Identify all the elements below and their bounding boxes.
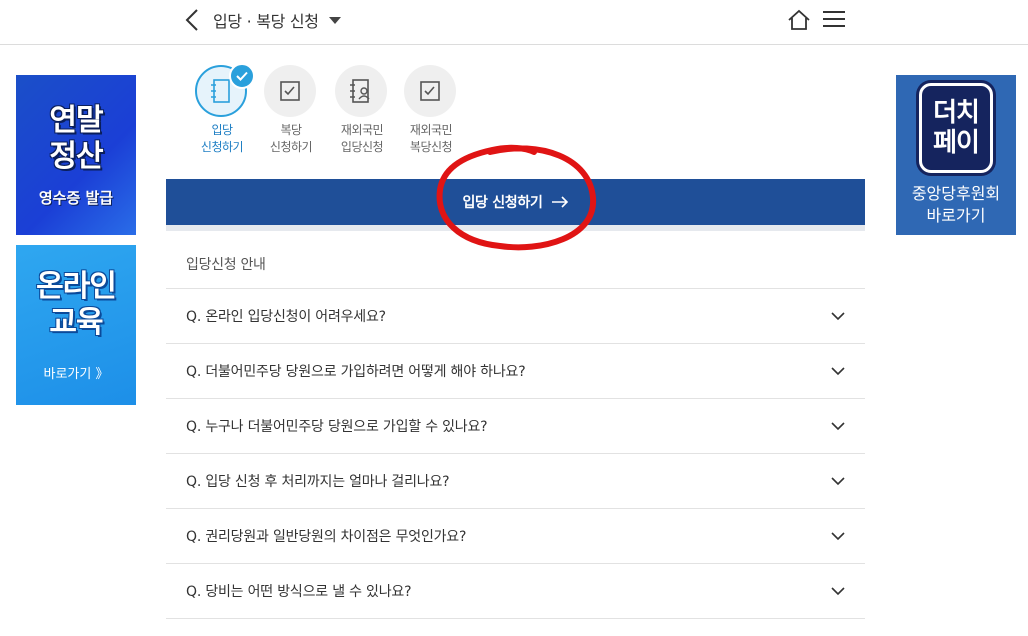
tab-label: 복당 신청하기 [269,123,313,154]
chevron-down-icon [831,476,845,485]
faq-question: Q. 권리당원과 일반당원의 차이점은 무엇인가요? [186,529,467,545]
dutch-pay-badge: 더치 페이 [919,83,993,173]
button-label: 입당 신청하기 [462,195,543,211]
faq-item[interactable]: Q. 권리당원과 일반당원의 차이점은 무엇인가요? [166,508,865,563]
tab-rejoin-apply[interactable]: 복당 신청하기 [264,65,318,156]
tab-label: 재외국민 입당신청 [340,123,384,154]
faq-item[interactable]: Q. 더불어민주당 당원으로 가입하려면 어떻게 해야 하나요? [166,343,865,398]
tab-join-apply[interactable]: 입당 신청하기 [195,63,255,156]
step-icon-circle [264,65,316,117]
tab-overseas-rejoin-apply[interactable]: 재외국민 복당신청 [404,65,458,156]
chevron-down-icon [831,311,845,320]
banner-subtext: 영수증 발급 [38,188,114,207]
faq-item[interactable]: Q. 온라인 입당신청이 어려우세요? [166,288,865,343]
faq-question: Q. 입당 신청 후 처리까지는 얼마나 걸리나요? [186,474,450,490]
banner-subtext: 중앙당후원회 바로가기 [911,184,1001,225]
step-icon-circle [404,65,456,117]
step-icon-circle [335,65,387,117]
top-header: 입당 · 복당 신청 [0,0,1028,45]
dutch-pay-banner[interactable]: 더치 페이 중앙당후원회 바로가기 [896,75,1016,235]
chevron-down-icon [831,421,845,430]
join-apply-button[interactable]: 입당 신청하기 [166,179,865,231]
notebook-person-icon [350,79,370,103]
document-check-icon [420,81,440,101]
banner-headline: 연말 정산 [49,102,103,174]
banner-headline: 온라인 교육 [36,268,117,340]
faq-question: Q. 당비는 어떤 방식으로 낼 수 있나요? [186,584,412,600]
faq-item[interactable]: Q. 누구나 더불어민주당 당원으로 가입할 수 있나요? [166,398,865,453]
chevron-down-icon [831,531,845,540]
arrow-right-icon [551,196,568,208]
year-end-settlement-banner[interactable]: 연말 정산 영수증 발급 [16,75,136,235]
tab-label: 입당 신청하기 [200,123,244,154]
check-icon [229,63,255,89]
page-title: 입당 · 복당 신청 [213,12,319,31]
faq-question: Q. 더불어민주당 당원으로 가입하려면 어떻게 해야 하나요? [186,364,526,380]
notebook-icon [211,79,230,103]
application-type-tabs: 입당 신청하기 복당 신청하기 재외국민 입당신청 재외국민 복당신청 [193,63,473,165]
banner-link-text: 바로가기 》 [43,366,109,382]
online-education-banner[interactable]: 온라인 교육 바로가기 》 [16,245,136,405]
step-icon-circle [195,63,255,117]
page-title-dropdown[interactable]: 입당 · 복당 신청 [213,9,341,31]
faq-question: Q. 온라인 입당신청이 어려우세요? [186,309,386,325]
caret-down-icon [328,16,341,24]
faq-question: Q. 누구나 더불어민주당 당원으로 가입할 수 있나요? [186,419,488,435]
document-check-icon [280,81,300,101]
chevron-down-icon [831,366,845,375]
hamburger-menu-icon[interactable] [823,11,845,29]
home-icon[interactable] [787,8,811,32]
tab-overseas-join-apply[interactable]: 재외국민 입당신청 [335,65,389,156]
faq-list: Q. 온라인 입당신청이 어려우세요? Q. 더불어민주당 당원으로 가입하려면… [166,288,865,619]
faq-item[interactable]: Q. 입당 신청 후 처리까지는 얼마나 걸리나요? [166,453,865,508]
back-arrow-icon[interactable] [183,8,203,32]
tab-label: 재외국민 복당신청 [409,123,453,154]
chevron-down-icon [831,586,845,595]
guide-section-title: 입당신청 안내 [186,257,266,273]
faq-item[interactable]: Q. 당비는 어떤 방식으로 낼 수 있나요? [166,563,865,619]
